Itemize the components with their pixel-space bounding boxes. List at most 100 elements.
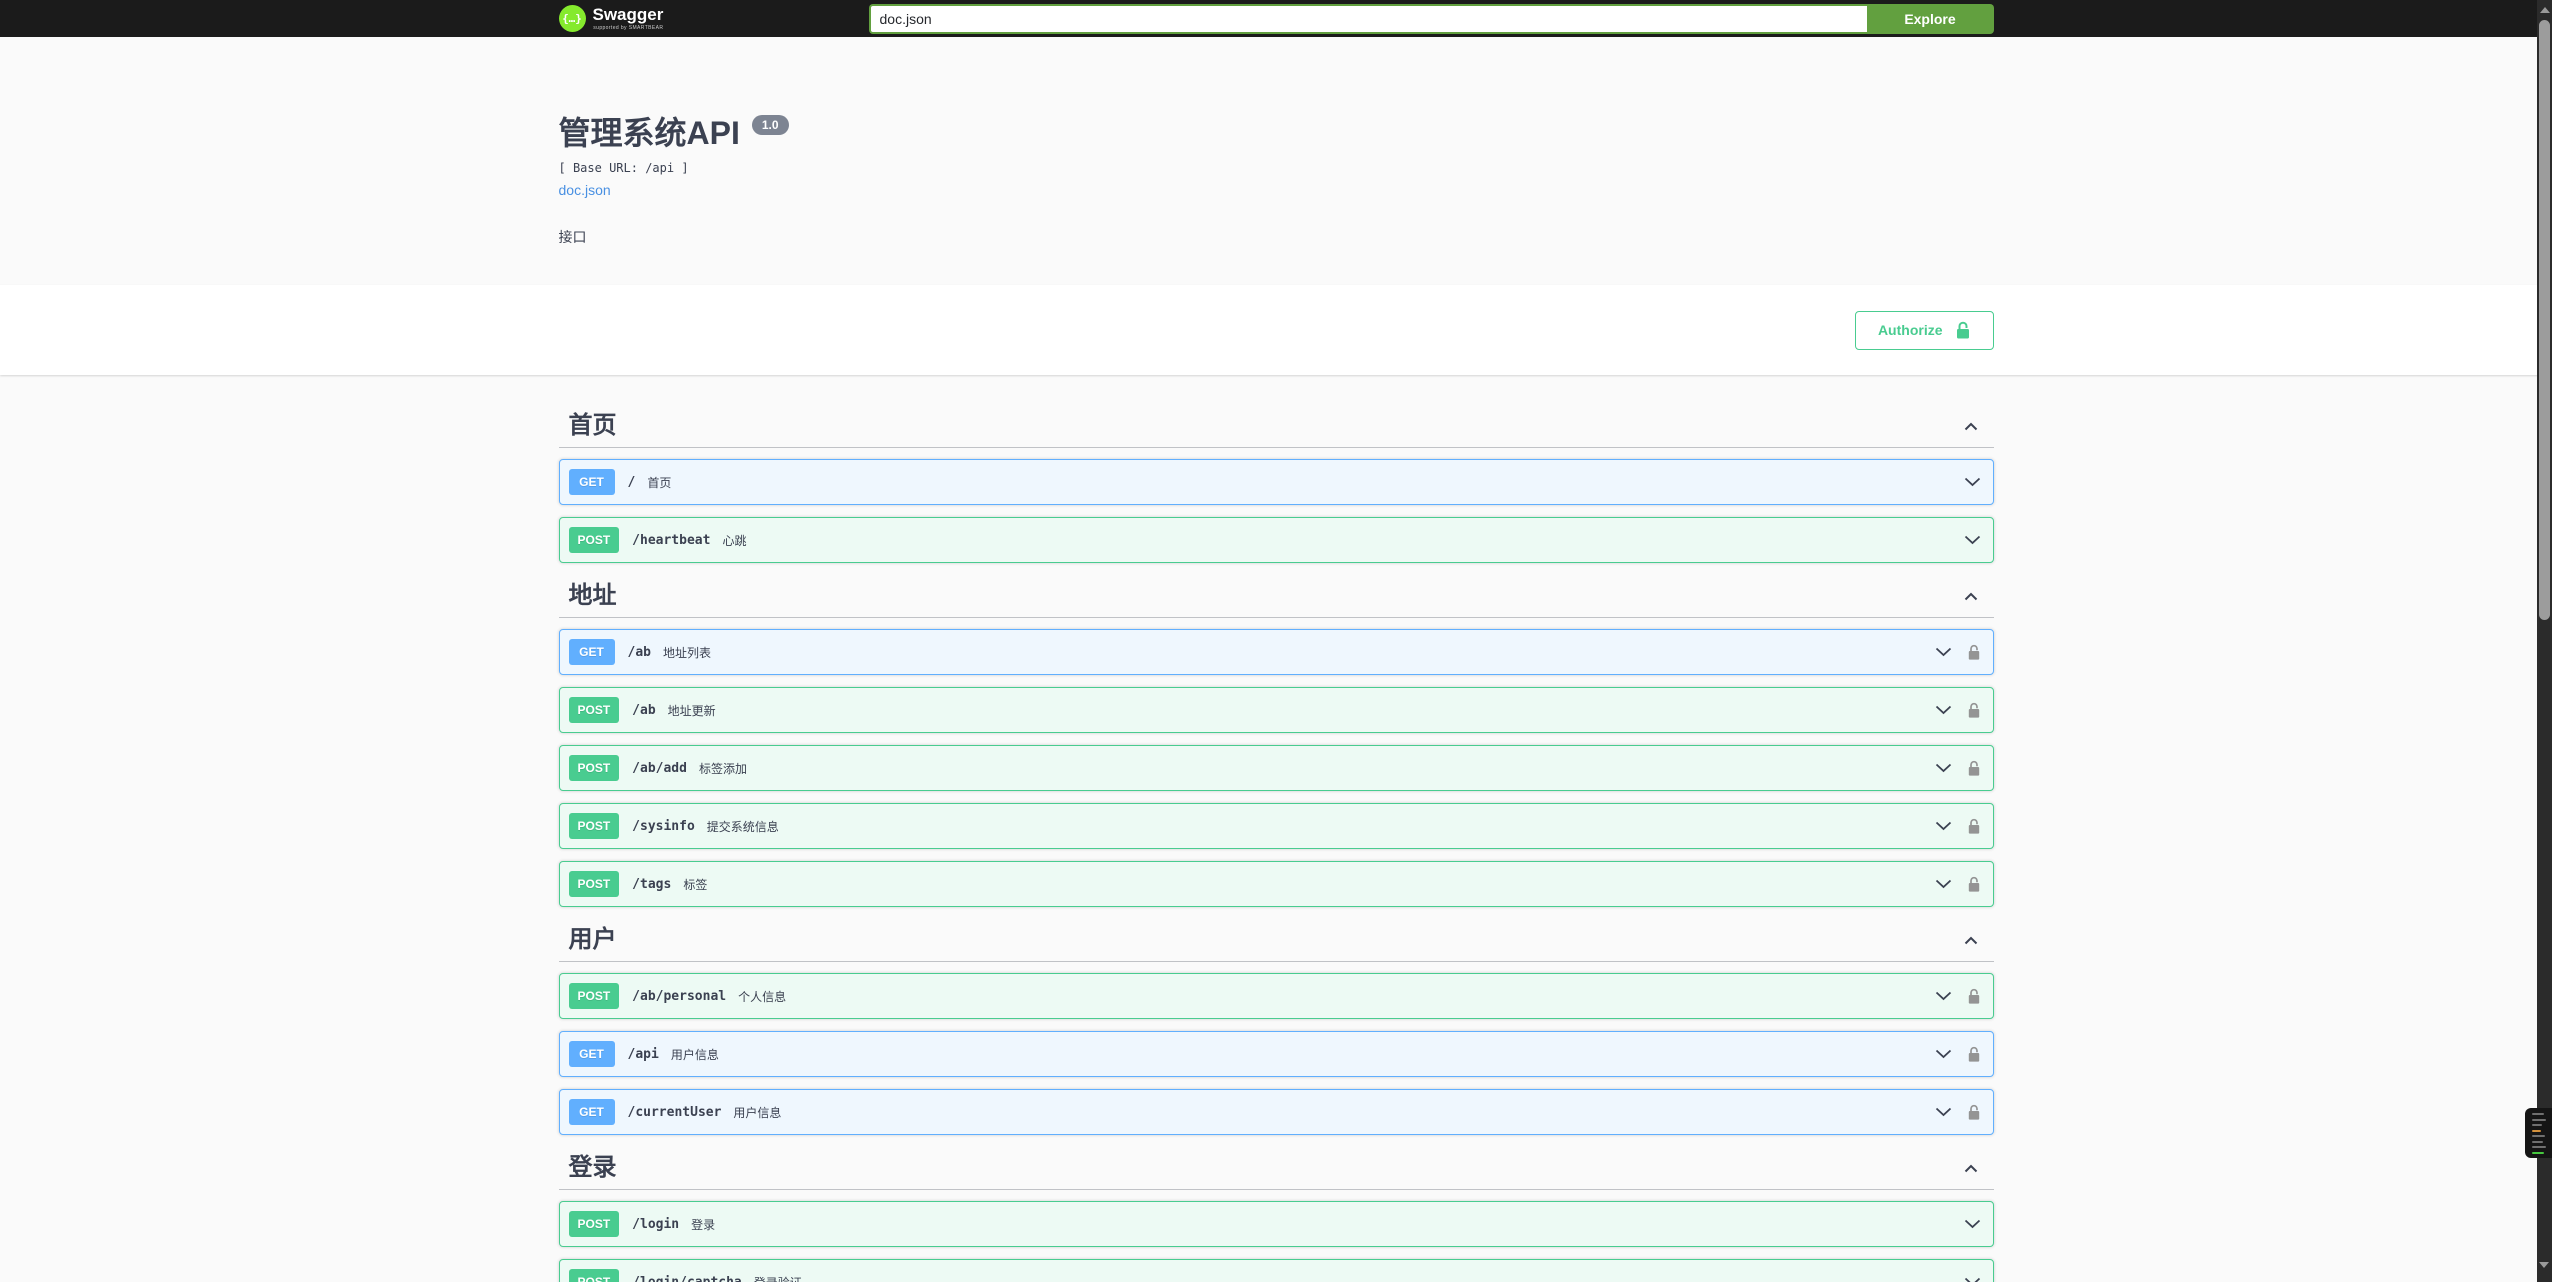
swagger-logo-icon: {…} (558, 5, 586, 32)
unlocked-icon[interactable] (1967, 1046, 1981, 1063)
authorize-button[interactable]: Authorize (1854, 310, 1994, 350)
tag-title: 用户 (568, 926, 617, 953)
operation-summary: 心跳 (722, 533, 747, 548)
operation-summary: 用户信息 (670, 1047, 719, 1062)
operation-summary: 登录 (691, 1217, 716, 1232)
operation-path: /ab (632, 702, 656, 718)
explore-button[interactable]: Explore (1866, 3, 1994, 34)
unlocked-icon[interactable] (1967, 760, 1981, 777)
chevron-down-icon[interactable] (1964, 535, 1981, 545)
operation-summary: 地址更新 (667, 703, 716, 718)
method-badge: GET (568, 469, 615, 495)
topbar: {…} Swagger supported by SMARTBEAR Explo… (0, 0, 2552, 37)
method-badge: POST (568, 813, 620, 839)
scheme-container: Authorize (0, 285, 2552, 375)
tag-section-user[interactable]: 用户 (558, 919, 1994, 962)
operation-path: /ab (627, 644, 651, 660)
chevron-up-icon[interactable] (1964, 422, 1984, 431)
unlocked-icon[interactable] (1967, 702, 1981, 719)
operation-row[interactable]: POST /ab/add 标签添加 (558, 745, 1994, 791)
spec-url-input[interactable] (868, 3, 1867, 34)
operation-path: /currentUser (627, 1104, 722, 1120)
tag-section-address[interactable]: 地址 (558, 575, 1994, 618)
operation-row[interactable]: GET /api 用户信息 (558, 1031, 1994, 1077)
page-title: 管理系统API 1.0 (558, 115, 1994, 151)
tag-title: 地址 (568, 582, 617, 609)
chevron-down-icon[interactable] (1964, 1219, 1981, 1229)
method-badge: POST (568, 983, 620, 1009)
operation-row[interactable]: POST /tags 标签 (558, 861, 1994, 907)
chevron-up-icon[interactable] (1964, 592, 1984, 601)
operation-summary: 登录验证 (754, 1274, 802, 1282)
method-badge: POST (568, 1269, 620, 1282)
operation-row[interactable]: POST /login/captcha 登录验证 (558, 1259, 1994, 1282)
operation-summary: 首页 (647, 475, 672, 490)
spec-url-form: Explore (868, 3, 1994, 34)
api-title-text: 管理系统API (558, 115, 740, 151)
operation-summary: 提交系统信息 (706, 819, 779, 834)
operation-path: /login/captcha (632, 1274, 742, 1282)
unlocked-icon[interactable] (1967, 1104, 1981, 1121)
scroll-up-arrow-icon[interactable] (2539, 7, 2550, 13)
operation-row[interactable]: GET /currentUser 用户信息 (558, 1089, 1994, 1135)
chevron-down-icon[interactable] (1964, 1277, 1981, 1282)
method-badge: POST (568, 755, 620, 781)
method-badge: GET (568, 639, 615, 665)
operations-list: 首页 GET / 首页 POST /heartbeat 心跳 地址 GET /a… (558, 375, 1994, 1282)
operation-path: /ab/add (632, 760, 687, 776)
logo-tagline: supported by SMARTBEAR (593, 25, 664, 31)
chevron-down-icon[interactable] (1935, 991, 1952, 1001)
chevron-down-icon[interactable] (1935, 1107, 1952, 1117)
unlocked-icon[interactable] (1967, 644, 1981, 661)
scroll-down-arrow-icon[interactable] (2539, 1262, 2549, 1268)
chevron-down-icon[interactable] (1935, 879, 1952, 889)
method-badge: POST (568, 871, 620, 897)
operation-row[interactable]: POST /ab/personal 个人信息 (558, 973, 1994, 1019)
tag-title: 登录 (568, 1154, 617, 1181)
operation-row[interactable]: POST /sysinfo 提交系统信息 (558, 803, 1994, 849)
logo-title: Swagger (592, 5, 664, 24)
api-description: 接口 (558, 229, 587, 245)
operation-summary: 用户信息 (733, 1105, 782, 1120)
unlocked-icon[interactable] (1967, 876, 1981, 893)
chevron-down-icon[interactable] (1935, 821, 1952, 831)
chevron-up-icon[interactable] (1964, 936, 1984, 945)
operation-row[interactable]: GET / 首页 (558, 459, 1994, 505)
operation-row[interactable]: POST /ab 地址更新 (558, 687, 1994, 733)
operation-summary: 标签 (683, 877, 708, 892)
scrollbar-minimap (2525, 1108, 2552, 1158)
unlocked-icon[interactable] (1967, 988, 1981, 1005)
unlocked-icon[interactable] (1967, 818, 1981, 835)
tag-section-login[interactable]: 登录 (558, 1147, 1994, 1190)
operation-path: / (627, 474, 636, 490)
spec-link[interactable]: doc.json (559, 182, 611, 198)
operation-row[interactable]: POST /login 登录 (558, 1201, 1994, 1247)
operation-row[interactable]: GET /ab 地址列表 (558, 629, 1994, 675)
scrollbar-track[interactable] (2537, 0, 2552, 1282)
operation-summary: 标签添加 (698, 761, 747, 776)
authorize-label: Authorize (1877, 321, 1943, 338)
operation-path: /tags (632, 876, 672, 892)
chevron-down-icon[interactable] (1964, 477, 1981, 487)
operation-summary: 个人信息 (738, 989, 787, 1004)
swagger-logo[interactable]: {…} Swagger supported by SMARTBEAR (558, 5, 664, 32)
tag-section-home[interactable]: 首页 (558, 405, 1994, 448)
operation-path: /api (627, 1046, 659, 1062)
operation-path: /ab/personal (632, 988, 727, 1004)
operation-summary: 地址列表 (662, 645, 711, 660)
scrollbar-thumb[interactable] (2539, 20, 2550, 620)
chevron-down-icon[interactable] (1935, 763, 1952, 773)
operation-row[interactable]: POST /heartbeat 心跳 (558, 517, 1994, 563)
operation-path: /heartbeat (632, 532, 711, 548)
operation-path: /login (632, 1216, 680, 1232)
method-badge: POST (568, 527, 620, 553)
method-badge: POST (568, 1211, 620, 1237)
chevron-up-icon[interactable] (1964, 1164, 1984, 1173)
method-badge: GET (568, 1041, 615, 1067)
chevron-down-icon[interactable] (1935, 1049, 1952, 1059)
chevron-down-icon[interactable] (1935, 705, 1952, 715)
tag-title: 首页 (568, 412, 617, 439)
chevron-down-icon[interactable] (1935, 647, 1952, 657)
base-url: [ Base URL: /api ] (558, 161, 689, 175)
method-badge: POST (568, 697, 620, 723)
